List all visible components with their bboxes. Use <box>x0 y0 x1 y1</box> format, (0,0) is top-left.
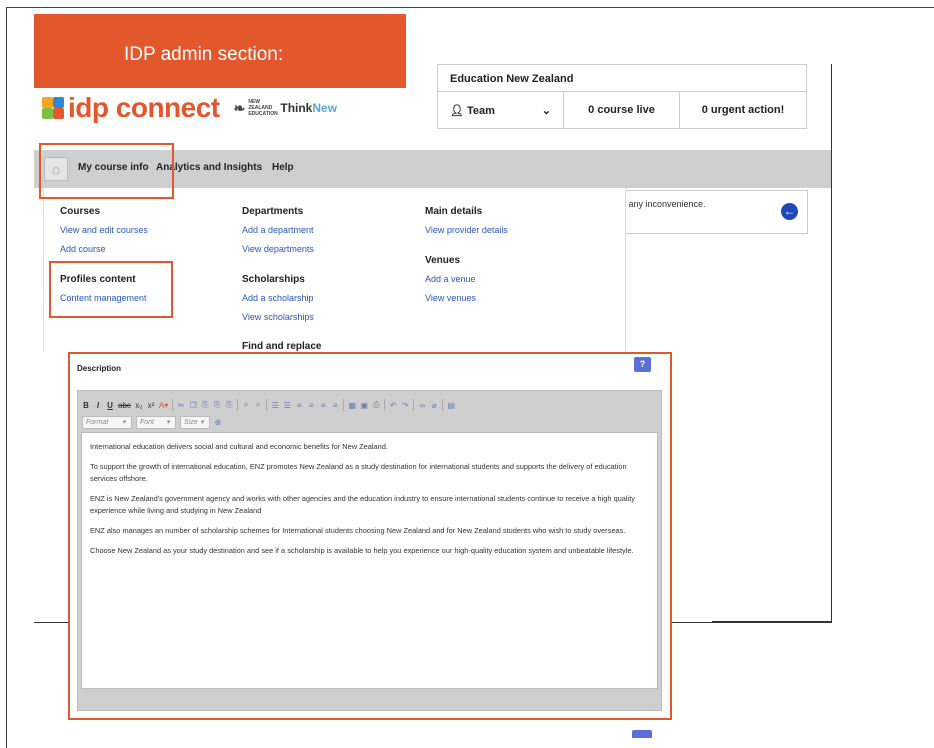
chevron-down-icon: ⌄ <box>541 104 551 117</box>
highlight-my-course-info <box>39 143 174 199</box>
organisation-name: Education New Zealand <box>450 73 574 85</box>
urgent-action-count[interactable]: 0 urgent action! <box>680 92 806 128</box>
menu-heading-courses: Courses <box>60 206 101 217</box>
nav-help[interactable]: Help <box>272 162 294 173</box>
idp-connect-logo[interactable]: idp connect <box>42 92 220 124</box>
banner-title: IDP admin section: <box>124 44 284 65</box>
new-text: New <box>312 101 338 115</box>
highlight-description-editor <box>68 352 672 720</box>
menu-link-add-department[interactable]: Add a department <box>242 225 314 235</box>
idp-brand-text: idp connect <box>68 92 220 123</box>
notice-text: r any inconvenience. <box>623 199 706 209</box>
menu-heading-main-details: Main details <box>425 206 483 217</box>
section-banner: IDP admin section: <box>34 14 406 88</box>
menu-heading-venues: Venues <box>425 255 461 266</box>
think-new-logo: ❧ NEW ZEALAND EDUCATION Think New <box>234 99 337 117</box>
menu-link-add-scholarship[interactable]: Add a scholarship <box>242 293 314 303</box>
fern-icon: ❧ <box>233 99 246 116</box>
user-icon: 👤︎ <box>450 104 464 117</box>
team-label: Team <box>467 104 495 117</box>
logo-row: idp connect ❧ NEW ZEALAND EDUCATION Thin… <box>42 88 337 128</box>
menu-link-view-edit-courses[interactable]: View and edit courses <box>60 225 148 235</box>
organisation-panel: Education New Zealand 👤︎ Team ⌄ 0 course… <box>437 64 807 129</box>
team-dropdown[interactable]: 👤︎ Team ⌄ <box>438 92 564 128</box>
menu-link-view-departments[interactable]: View departments <box>242 244 314 254</box>
menu-heading-find-replace[interactable]: Find and replace <box>242 341 321 352</box>
screenshot-border <box>712 621 831 622</box>
team-selector: 👤︎ Team <box>450 104 495 117</box>
nz-education-text: NEW ZEALAND EDUCATION <box>248 99 278 117</box>
courses-live-count[interactable]: 0 course live <box>564 92 680 128</box>
think-text: Think <box>280 101 313 115</box>
menu-link-add-venue[interactable]: Add a venue <box>425 274 476 284</box>
organisation-stats-row: 👤︎ Team ⌄ 0 course live 0 urgent action! <box>438 91 806 128</box>
menu-link-add-course[interactable]: Add course <box>60 244 106 254</box>
menu-link-view-venues[interactable]: View venues <box>425 293 476 303</box>
arrow-left-icon[interactable]: ← <box>781 203 798 220</box>
help-tab-partial[interactable] <box>632 730 652 738</box>
menu-heading-departments: Departments <box>242 206 304 217</box>
menu-link-view-provider-details[interactable]: View provider details <box>425 225 508 235</box>
idp-logo-mark-icon <box>42 97 64 119</box>
highlight-profiles-content <box>49 261 173 318</box>
menu-link-view-scholarships[interactable]: View scholarships <box>242 312 314 322</box>
menu-heading-scholarships: Scholarships <box>242 274 305 285</box>
